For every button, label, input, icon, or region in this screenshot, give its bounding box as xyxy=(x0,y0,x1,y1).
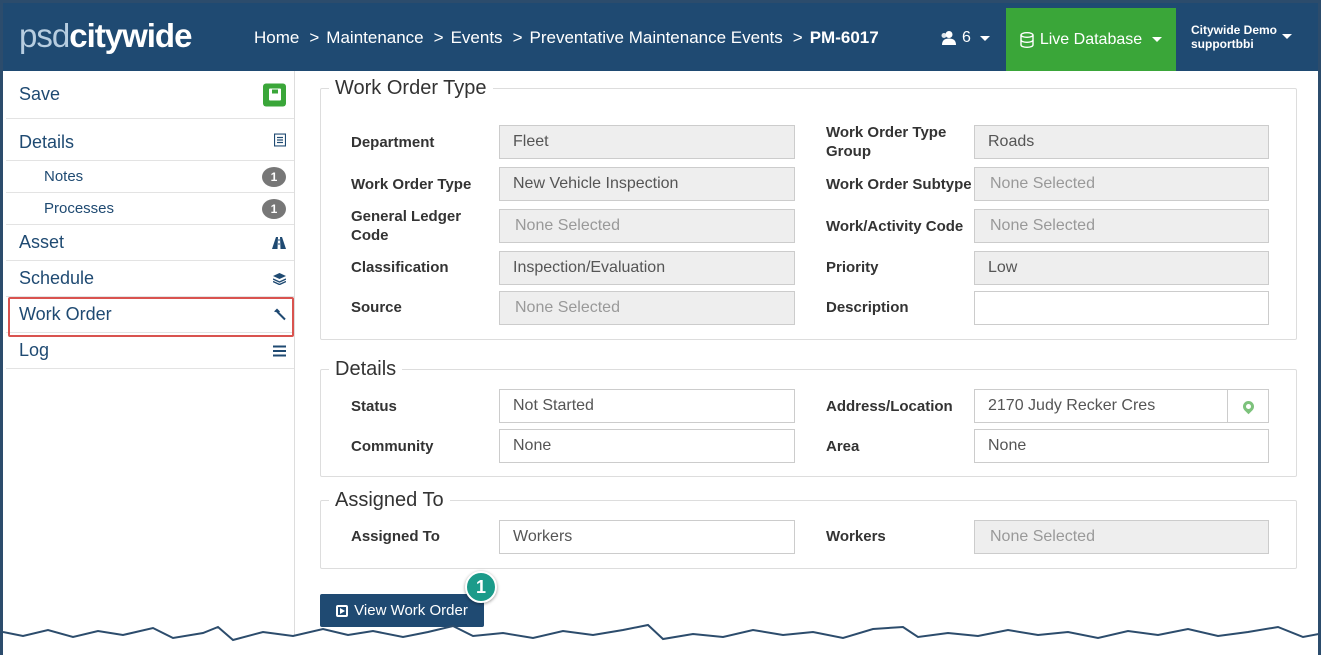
sidebar-item-label: Asset xyxy=(19,232,65,252)
sidebar-item-processes[interactable]: Processes 1 xyxy=(6,193,294,225)
address-location-input[interactable]: 2170 Judy Recker Cres xyxy=(974,389,1269,423)
account-user: supportbbi xyxy=(1191,37,1254,51)
breadcrumb-maintenance[interactable]: Maintenance xyxy=(326,28,423,48)
assigned-to-label: Assigned To xyxy=(351,528,440,545)
area-field[interactable]: None xyxy=(974,429,1269,463)
sidebar-item-label: Schedule xyxy=(19,268,95,288)
general-ledger-code-select[interactable]: None Selected xyxy=(499,209,795,243)
breadcrumb-separator: > xyxy=(792,28,803,47)
community-field[interactable]: None xyxy=(499,429,795,463)
sidebar-item-label: Work Order xyxy=(19,304,112,324)
sidebar: Save Details Notes 1 Processes 1 Asset S… xyxy=(6,71,295,655)
main-content: Work Order Type Department Fleet Work Or… xyxy=(295,71,1318,655)
torn-edge-decoration xyxy=(3,623,1318,655)
view-work-order-label: View Work Order xyxy=(354,602,468,619)
live-database-label: Live Database xyxy=(1039,30,1143,48)
sidebar-item-label: Processes xyxy=(44,200,115,217)
top-navbar: psdcitywide Home > Maintenance > Events … xyxy=(3,3,1318,71)
sidebar-item-save[interactable]: Save xyxy=(6,71,294,119)
account-name: Citywide Demo xyxy=(1191,23,1278,37)
notes-count-badge: 1 xyxy=(262,166,286,187)
breadcrumb-pm-events[interactable]: Preventative Maintenance Events xyxy=(530,28,783,48)
general-ledger-code-label: General Ledger Code xyxy=(351,208,462,244)
sidebar-item-schedule[interactable]: Schedule xyxy=(6,261,294,297)
list-icon xyxy=(273,345,286,356)
work-order-subtype-select[interactable]: None Selected xyxy=(974,167,1269,201)
description-input[interactable] xyxy=(974,291,1269,325)
sidebar-item-label: Log xyxy=(19,340,50,360)
section-title: Assigned To xyxy=(335,489,444,511)
work-activity-code-select[interactable]: None Selected xyxy=(974,209,1269,243)
users-count: 6 xyxy=(962,29,971,46)
map-marker-icon[interactable] xyxy=(1227,390,1268,422)
priority-label: Priority xyxy=(826,259,879,276)
sidebar-item-label: Save xyxy=(19,84,61,104)
classification-select[interactable]: Inspection/Evaluation xyxy=(499,251,795,285)
account-menu[interactable]: Citywide Demo supportbbi xyxy=(1191,23,1277,51)
logo-psd: psd xyxy=(19,17,70,54)
source-label: Source xyxy=(351,299,402,316)
breadcrumb-events[interactable]: Events xyxy=(451,28,503,48)
sidebar-item-work-order[interactable]: Work Order xyxy=(6,297,294,333)
sidebar-item-label: Notes xyxy=(44,168,84,185)
assigned-to-field[interactable]: Workers xyxy=(499,520,795,554)
chevron-down-icon[interactable] xyxy=(1282,34,1292,39)
chevron-down-icon xyxy=(979,35,990,41)
address-location-value: 2170 Judy Recker Cres xyxy=(988,397,1156,414)
workers-label: Workers xyxy=(826,528,886,545)
source-select[interactable]: None Selected xyxy=(499,291,795,325)
save-icon[interactable] xyxy=(263,83,286,106)
work-activity-code-label: Work/Activity Code xyxy=(826,218,964,235)
callout-marker: 1 xyxy=(465,571,497,603)
status-field[interactable]: Not Started xyxy=(499,389,795,423)
layers-icon xyxy=(273,272,286,285)
users-icon xyxy=(941,31,956,45)
status-label: Status xyxy=(351,398,397,415)
work-order-subtype-label: Work Order Subtype xyxy=(826,176,972,193)
users-dropdown[interactable]: 6 xyxy=(939,29,990,47)
app-frame: psdcitywide Home > Maintenance > Events … xyxy=(0,0,1321,655)
sidebar-item-notes[interactable]: Notes 1 xyxy=(6,161,294,193)
live-database-dropdown[interactable]: Live Database xyxy=(1006,8,1176,71)
logo-citywide: citywide xyxy=(69,17,192,54)
database-icon xyxy=(1020,31,1034,48)
breadcrumb: Home > Maintenance > Events > Preventati… xyxy=(254,28,879,48)
department-label: Department xyxy=(351,134,435,151)
sidebar-item-details[interactable]: Details xyxy=(6,119,294,161)
work-order-type-select[interactable]: New Vehicle Inspection xyxy=(499,167,795,201)
document-list-icon xyxy=(274,133,286,146)
department-select[interactable]: Fleet xyxy=(499,125,795,159)
work-order-type-label: Work Order Type xyxy=(351,176,472,193)
work-order-type-group-select[interactable]: Roads xyxy=(974,125,1269,159)
section-title: Details xyxy=(335,358,397,380)
hammer-icon xyxy=(274,308,286,320)
description-label: Description xyxy=(826,299,909,316)
chevron-down-icon xyxy=(1152,37,1163,42)
road-icon xyxy=(272,236,286,249)
open-icon xyxy=(336,604,349,617)
breadcrumb-separator: > xyxy=(512,28,523,47)
sidebar-item-label: Details xyxy=(19,132,75,152)
workers-select[interactable]: None Selected xyxy=(974,520,1269,554)
sidebar-item-log[interactable]: Log xyxy=(6,333,294,369)
section-title: Work Order Type xyxy=(335,77,487,99)
sidebar-item-asset[interactable]: Asset xyxy=(6,225,294,261)
breadcrumb-separator: > xyxy=(309,28,320,47)
breadcrumb-current: PM-6017 xyxy=(809,28,879,47)
breadcrumb-home[interactable]: Home xyxy=(254,28,299,48)
community-label: Community xyxy=(351,438,434,455)
breadcrumb-separator: > xyxy=(433,28,444,47)
priority-select[interactable]: Low xyxy=(974,251,1269,285)
work-order-type-group-label: Work Order Type Group xyxy=(826,124,947,160)
classification-label: Classification xyxy=(351,259,449,276)
processes-count-badge: 1 xyxy=(262,198,286,219)
address-location-label: Address/Location xyxy=(826,398,953,415)
psdcitywide-logo[interactable]: psdcitywide xyxy=(19,17,192,55)
area-label: Area xyxy=(826,438,860,455)
